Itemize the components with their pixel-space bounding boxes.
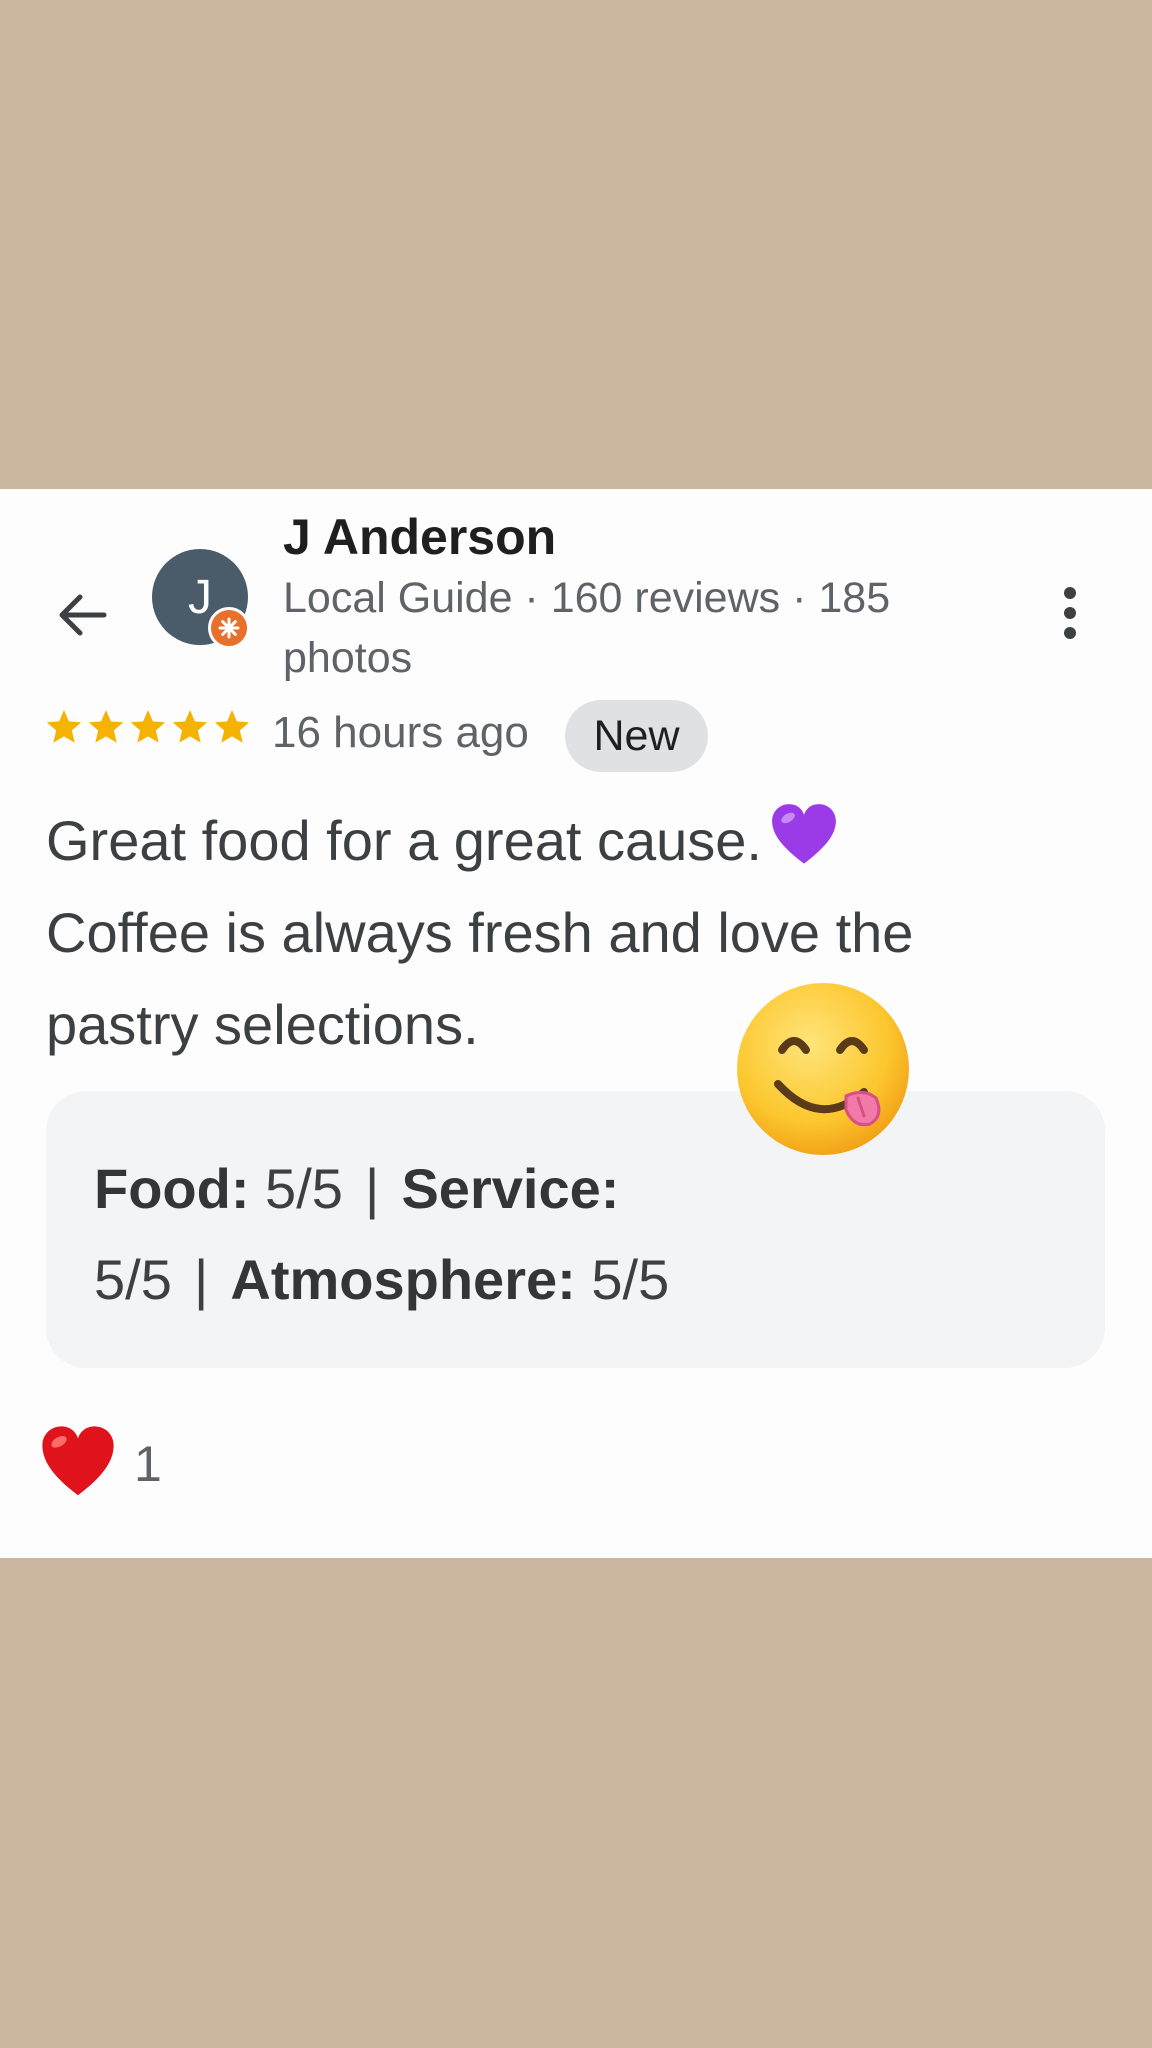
more-vert-icon [1064,587,1076,639]
reviewer-meta: Local Guide · 160 reviews · 185 photos [283,574,891,682]
red-heart-icon[interactable] [40,1424,116,1500]
star-icon [130,710,166,743]
review-time: 16 hours ago [272,708,529,757]
food-value: 5/5 [265,1157,343,1220]
reviewer-name[interactable]: J Anderson [283,508,556,566]
more-options-button[interactable] [1045,578,1095,648]
atmosphere-label: Atmosphere: [230,1248,576,1311]
service-value: 5/5 [94,1248,172,1311]
star-icon [214,710,250,743]
review-text: Great food for a great cause. Coffee is … [46,795,1086,1071]
star-icon [172,710,208,743]
atmosphere-value: 5/5 [591,1248,670,1311]
face-savoring-food-icon [737,983,909,1155]
back-button[interactable] [50,583,114,647]
local-guide-badge-icon [208,607,250,649]
avatar-initial: J [188,570,212,624]
review-line-1-text: Great food for a great cause. [46,809,762,872]
review-line-3: pastry selections. [46,993,479,1056]
review-line-1: Great food for a great cause. [46,795,1086,887]
separator: | [364,1157,380,1220]
ratings-box: Food: 5/5 | Service: 5/5 | Atmosphere: 5/5 [46,1091,1105,1368]
star-icon [46,710,82,743]
reaction-count: 1 [134,1436,162,1492]
food-label: Food: [94,1157,250,1220]
service-label: Service: [401,1157,620,1220]
star-rating [44,707,252,747]
review-line-2: Coffee is always fresh and love the [46,901,914,964]
star-icon [88,710,124,743]
new-badge: New [565,700,708,772]
ratings-text: Food: 5/5 | Service: 5/5 | Atmosphere: 5/5 [94,1143,814,1325]
separator: | [193,1248,209,1311]
purple-heart-icon [772,804,836,864]
arrow-left-icon [59,594,107,636]
